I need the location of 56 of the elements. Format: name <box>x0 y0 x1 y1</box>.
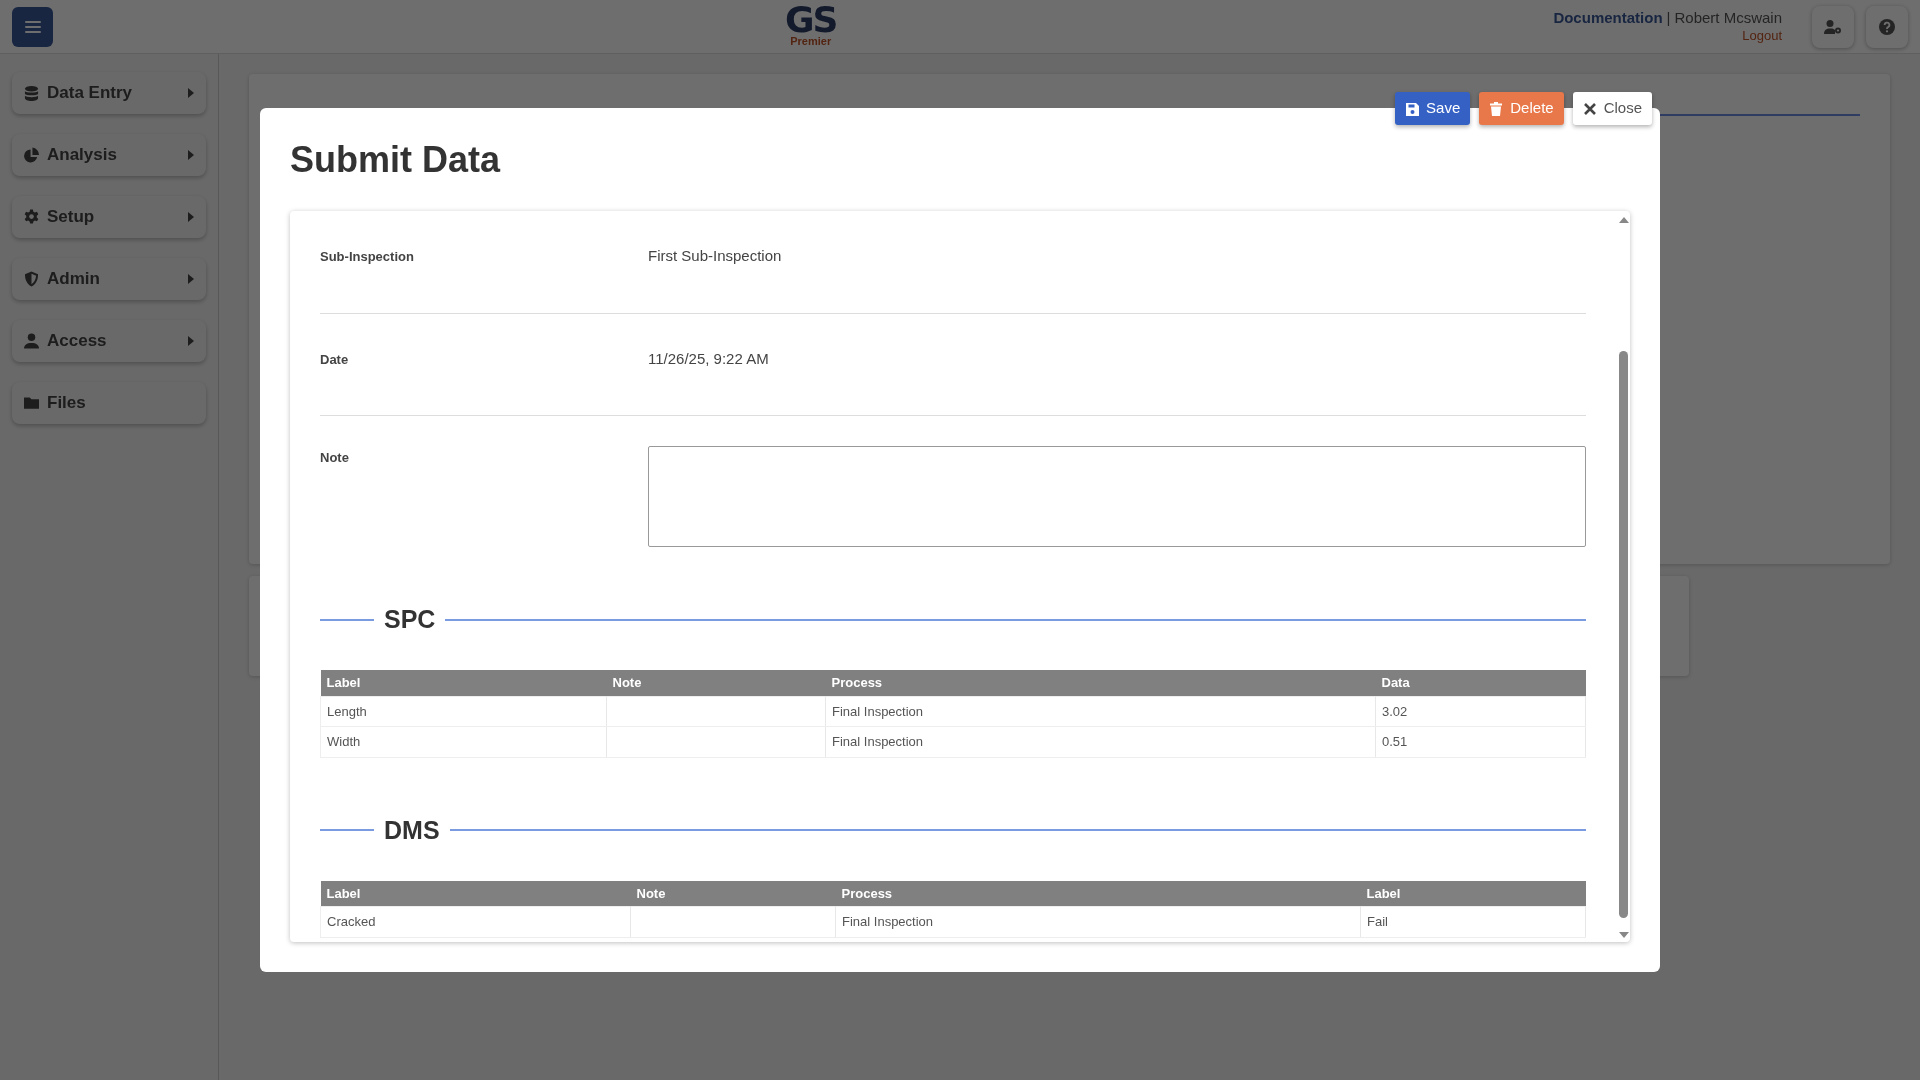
database-icon <box>24 85 39 101</box>
user-name: Robert Mcswain <box>1674 9 1782 27</box>
documentation-link[interactable]: Documentation <box>1553 9 1663 27</box>
field-value: 11/26/25, 9:22 AM <box>648 348 769 369</box>
table-cell: Length <box>320 696 607 727</box>
sidebar-item[interactable]: Files <box>12 382 206 424</box>
sidebar-item[interactable]: Data Entry <box>12 72 206 114</box>
field-label: Date <box>320 350 350 369</box>
sidebar-item[interactable]: Access <box>12 320 206 362</box>
table-cell: Final Inspection <box>825 726 1376 758</box>
table-cell: Final Inspection <box>825 696 1376 727</box>
save-icon <box>1405 101 1420 116</box>
shield-icon <box>24 271 39 287</box>
logo: GS <box>785 2 837 38</box>
close-icon <box>1582 101 1597 116</box>
person-gear-icon <box>1824 19 1842 34</box>
logo-subtitle: Premier <box>790 36 832 47</box>
separator: | <box>1666 9 1671 27</box>
table-cell: 0.51 <box>1375 726 1586 758</box>
column-header: Process <box>825 670 1376 697</box>
logout-link[interactable]: Logout <box>1742 27 1782 45</box>
help-icon <box>1879 18 1895 35</box>
sidebar-item[interactable]: Analysis <box>12 134 206 176</box>
field-label: Sub-Inspection <box>320 248 415 267</box>
delete-button[interactable]: Delete <box>1479 92 1564 125</box>
column-header: Data <box>1375 670 1586 697</box>
column-header: Process <box>835 880 1361 907</box>
trash-icon <box>1489 101 1504 116</box>
table-cell: Cracked <box>320 906 631 938</box>
person-icon <box>24 333 39 349</box>
column-header: Label <box>1360 880 1586 907</box>
note-field[interactable] <box>648 446 1586 548</box>
table-cell: Fail <box>1360 906 1586 938</box>
close-button[interactable]: Close <box>1572 92 1652 125</box>
column-header: Note <box>630 880 836 907</box>
help-button[interactable] <box>1866 5 1908 48</box>
menu-button[interactable] <box>12 6 53 47</box>
pie-chart-icon <box>24 147 39 163</box>
save-button[interactable]: Save <box>1395 92 1471 125</box>
section-title: DMS <box>384 817 440 843</box>
column-header: Note <box>606 670 826 697</box>
table-cell: Final Inspection <box>835 906 1361 938</box>
folder-icon <box>24 395 39 411</box>
modal-title: Submit Data <box>290 138 502 182</box>
field-label: Note <box>320 449 350 468</box>
field-value: First Sub-Inspection <box>648 246 782 267</box>
section-title: SPC <box>384 607 436 633</box>
table-cell: Width <box>320 726 607 758</box>
menu-icon <box>24 19 41 34</box>
sidebar-item[interactable]: Setup <box>12 196 206 238</box>
column-header: Label <box>320 670 607 697</box>
sidebar-item[interactable]: Admin <box>12 258 206 300</box>
column-header: Label <box>320 880 631 907</box>
gear-icon <box>24 209 39 225</box>
table-cell: 3.02 <box>1375 696 1586 727</box>
user-settings-button[interactable] <box>1812 5 1854 48</box>
